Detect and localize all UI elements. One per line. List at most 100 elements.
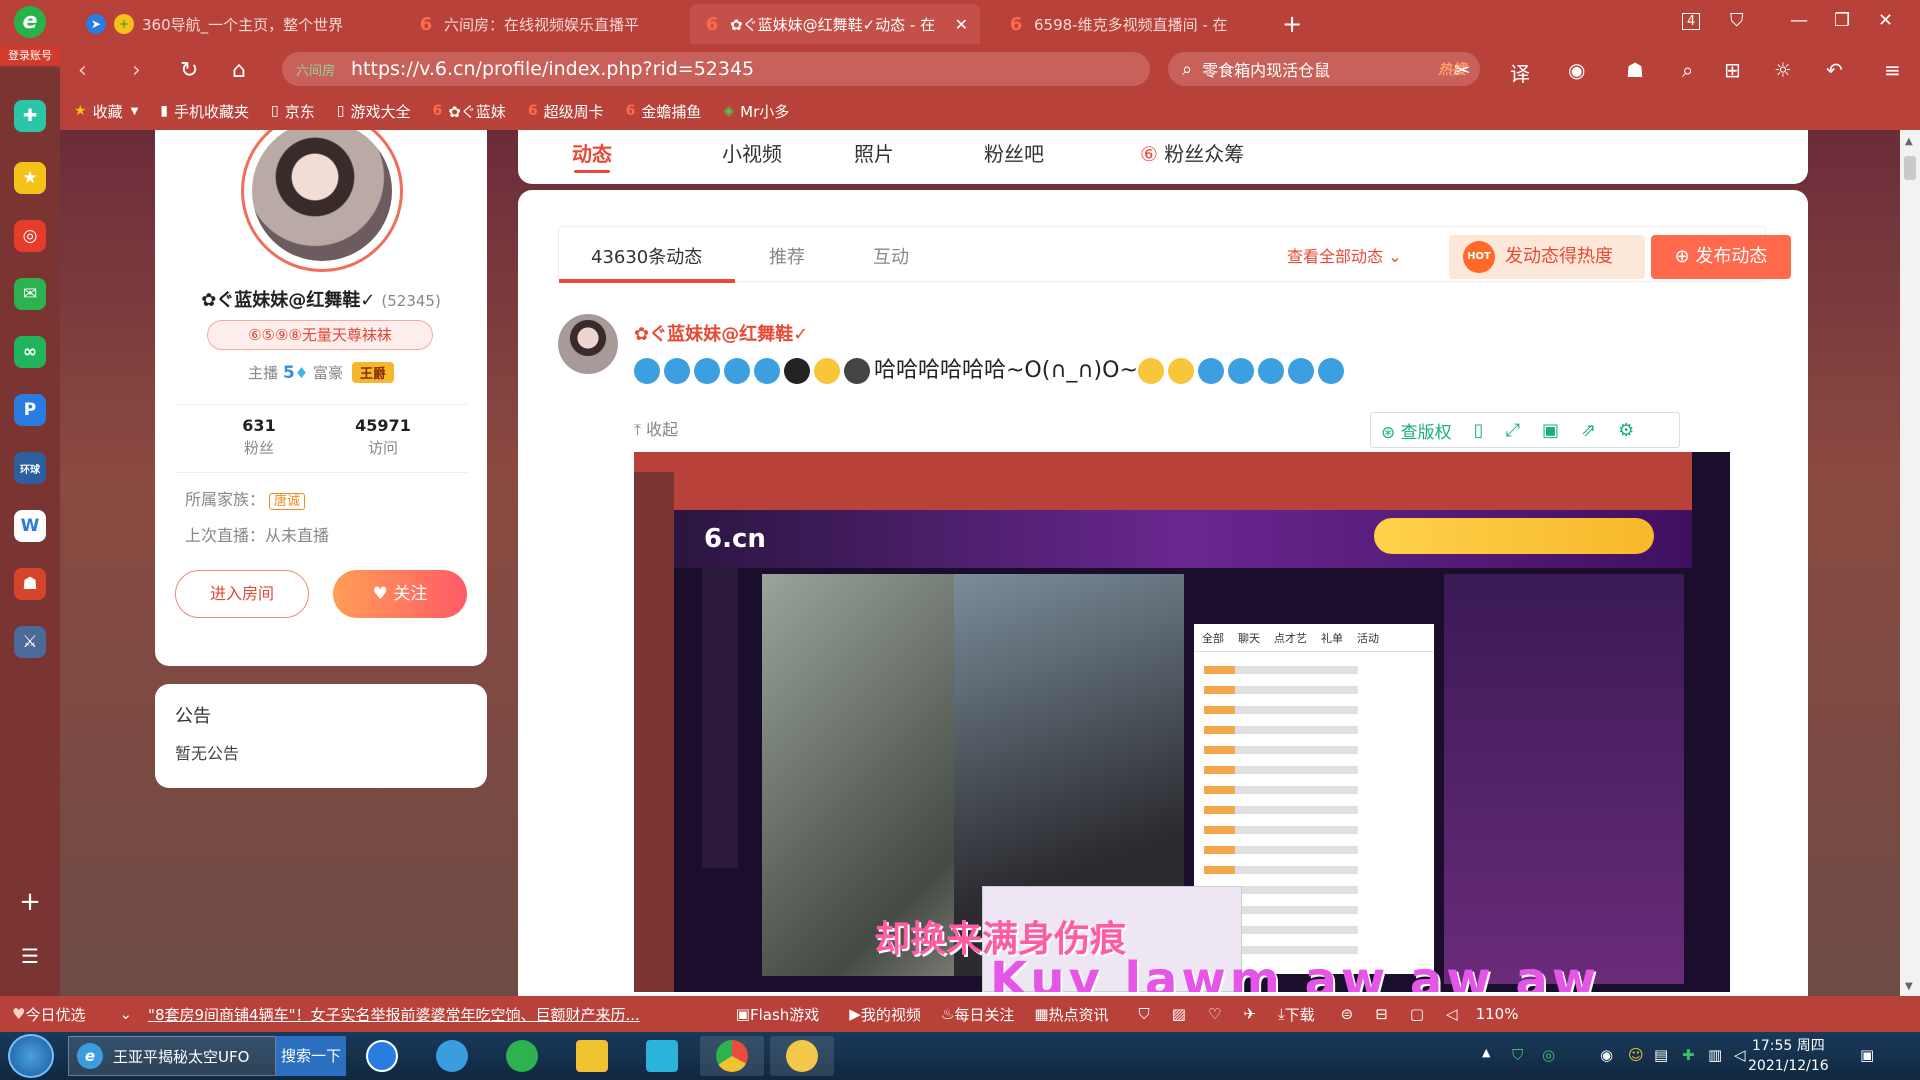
bookmark-jd[interactable]: ▯ 京东 xyxy=(271,101,315,122)
maximize-icon[interactable]: ❐ xyxy=(1834,10,1850,31)
tab-6598-room[interactable]: 6 6598-维克多视频直播间 - 在 xyxy=(994,4,1260,44)
bookmark-fishing[interactable]: 6 金蟾捕鱼 xyxy=(626,101,702,122)
publish-button[interactable]: ⊕ 发布动态 xyxy=(1651,235,1791,279)
home-icon[interactable]: ⌂ xyxy=(232,58,246,83)
taskbar-search-button[interactable]: 搜索一下 xyxy=(276,1036,346,1076)
plus-tray-icon[interactable]: ✚ xyxy=(1682,1046,1695,1064)
network-icon[interactable]: ▥ xyxy=(1708,1046,1722,1064)
login-account-label[interactable]: 登录账号 xyxy=(0,46,60,66)
ie-tray-icon[interactable]: ◉ xyxy=(1600,1046,1613,1064)
share-icon[interactable]: ⇗ xyxy=(1581,420,1596,441)
taskbar-ie-app[interactable] xyxy=(420,1036,484,1076)
mail-icon[interactable]: ✉ xyxy=(14,278,46,310)
view-all-dropdown[interactable]: 查看全部动态 ⌄ xyxy=(1287,243,1402,267)
translate-icon[interactable]: 译 xyxy=(1510,58,1530,87)
speed-icon[interactable]: ⊜ xyxy=(1341,1005,1354,1023)
bookmark-favorites[interactable]: ★ 收藏 ▼ xyxy=(74,101,138,122)
minimize-icon[interactable]: — xyxy=(1790,10,1808,31)
tab-6cn-home[interactable]: 6 六间房：在线视频娱乐直播平 xyxy=(404,4,684,44)
taskbar-player[interactable] xyxy=(630,1036,694,1076)
tab-crowdfunding[interactable]: ⑥ 粉丝众筹 xyxy=(1140,138,1244,167)
p-app-icon[interactable]: P xyxy=(14,394,46,426)
brightness-icon[interactable]: ☼ xyxy=(1774,58,1792,82)
new-tab-icon[interactable]: + xyxy=(1282,10,1302,38)
link-icon[interactable]: ∞ xyxy=(14,336,46,368)
chevron-down-icon[interactable]: ⌄ xyxy=(119,1005,132,1023)
tab-fan-forum[interactable]: 粉丝吧 xyxy=(984,138,1044,167)
window-icon[interactable]: ▢ xyxy=(1410,1005,1424,1023)
post-author[interactable]: ✿ぐ蓝妹妹@红舞鞋✓ xyxy=(634,320,808,346)
bookmark-lanmeimei[interactable]: 6 ✿ぐ蓝妹 xyxy=(432,101,505,122)
volume-icon[interactable]: ◁ xyxy=(1734,1046,1746,1064)
tab-photos[interactable]: 照片 xyxy=(854,138,894,167)
my-videos[interactable]: ▶ 我的视频 xyxy=(849,1004,921,1025)
follow-button[interactable]: ♥ 关注 xyxy=(333,570,467,618)
post-image-stream-screenshot[interactable]: 6.cn 全部 聊天 点才艺 礼单 活动 却换来满身伤痕 Kuv lawm aw… xyxy=(634,452,1730,992)
taskbar-360-browser[interactable] xyxy=(490,1036,554,1076)
notification-icon[interactable]: ▣ xyxy=(1860,1046,1874,1064)
family-badge[interactable]: 唐诚 xyxy=(269,493,306,510)
forward-icon[interactable]: › xyxy=(132,58,141,83)
fullscreen-icon[interactable]: ⤢ xyxy=(1506,420,1520,441)
favorites-star-icon[interactable]: ★ xyxy=(14,162,46,194)
flash-games[interactable]: ▣ Flash游戏 xyxy=(736,1004,820,1025)
start-button[interactable] xyxy=(8,1034,54,1078)
close-window-icon[interactable]: ✕ xyxy=(1878,10,1893,31)
shield-icon[interactable]: ⛉ xyxy=(1512,1046,1523,1064)
scroll-thumb[interactable] xyxy=(1904,156,1916,180)
global-icon[interactable]: 环球 xyxy=(14,452,46,484)
keyboard-icon[interactable]: ▤ xyxy=(1654,1046,1668,1064)
search-input[interactable]: ⌕ 零食箱内现活仓鼠 热搜 xyxy=(1168,52,1480,86)
volume-icon[interactable]: ◁ xyxy=(1446,1005,1458,1023)
pubg-app-icon[interactable]: ⚔ xyxy=(14,626,46,658)
scissors-icon[interactable]: ✂ xyxy=(1454,58,1471,82)
today-picks[interactable]: ♥ 今日优选 xyxy=(12,1004,85,1025)
bookmark-mrxiaoduo[interactable]: ◈ Mr小多 xyxy=(723,101,789,122)
browser-logo[interactable]: e xyxy=(10,6,50,40)
refresh-icon[interactable]: ↻ xyxy=(180,58,198,83)
list-menu-icon[interactable]: ☰ xyxy=(14,940,46,972)
shield-icon[interactable]: ⛉ xyxy=(1139,1005,1150,1023)
system-clock[interactable]: 17:55 周四 2021/12/16 xyxy=(1748,1036,1829,1076)
scroll-down-icon[interactable]: ▼ xyxy=(1905,981,1913,992)
game-icon[interactable]: ☗ xyxy=(1626,58,1644,82)
settings-icon[interactable]: ⚙ xyxy=(1618,420,1634,441)
grid-icon[interactable]: ⊞ xyxy=(1724,58,1741,82)
download-button[interactable]: ⤓ 下载 xyxy=(1278,1004,1315,1025)
image-icon[interactable]: ▨ xyxy=(1172,1005,1186,1023)
menu-icon[interactable]: ≡ xyxy=(1884,58,1901,82)
coin-icon[interactable]: ◉ xyxy=(1568,58,1585,82)
360-icon[interactable]: ◎ xyxy=(1542,1046,1555,1064)
bookmark-weekly[interactable]: 6 超级周卡 xyxy=(528,101,604,122)
tab-recommend[interactable]: 推荐 xyxy=(769,243,805,269)
tab-profile-active[interactable]: 6 ✿ぐ蓝妹妹@红舞鞋✓动态 - 在 ✕ xyxy=(690,4,980,44)
copyright-check-button[interactable]: ⊛ 查版权 xyxy=(1381,418,1452,443)
fans-stat[interactable]: 631 粉丝 xyxy=(199,416,319,458)
add-app-icon[interactable]: ✚ xyxy=(14,100,46,132)
add-icon[interactable]: + xyxy=(14,886,46,918)
game-app-icon[interactable]: ☗ xyxy=(14,568,46,600)
qq-icon[interactable]: ☺ xyxy=(1628,1046,1644,1064)
phone-icon[interactable]: ▯ xyxy=(1474,420,1484,441)
search-tool-icon[interactable]: ⌕ xyxy=(1682,58,1693,82)
taskbar-chrome[interactable] xyxy=(700,1036,764,1076)
tab-all-dynamics[interactable]: 43630条动态 xyxy=(591,243,702,269)
tabs-icon[interactable]: ⊟ xyxy=(1375,1005,1388,1023)
enter-room-button[interactable]: 进入房间 xyxy=(175,570,309,618)
tray-expand-icon[interactable]: ▲ xyxy=(1482,1046,1490,1059)
bookmark-games[interactable]: ▯ 游戏大全 xyxy=(337,101,411,122)
taskbar-k-app[interactable] xyxy=(350,1036,414,1076)
news-ticker-link[interactable]: "8套房9间商铺4辆车"！女子实名举报前婆婆常年吃空饷、巨额财产来历... xyxy=(148,1004,640,1025)
avatar[interactable] xyxy=(252,130,392,261)
weibo-icon[interactable]: ◎ xyxy=(14,220,46,252)
post-avatar[interactable] xyxy=(558,314,618,374)
tab-short-videos[interactable]: 小视频 xyxy=(722,138,782,167)
tab-360-nav[interactable]: ➤ + 360导航_一个主页，整个世界 xyxy=(74,4,380,44)
zoom-level[interactable]: 110% xyxy=(1476,1005,1519,1023)
tab-dynamics[interactable]: 动态 xyxy=(572,138,612,173)
save-icon[interactable]: ▣ xyxy=(1542,420,1559,441)
collapse-button[interactable]: ⤒ 收起 xyxy=(634,416,678,440)
document-icon[interactable]: W xyxy=(14,510,46,542)
back-icon[interactable]: ‹ xyxy=(78,58,87,83)
daily-focus[interactable]: ♨ 每日关注 xyxy=(941,1004,1014,1025)
